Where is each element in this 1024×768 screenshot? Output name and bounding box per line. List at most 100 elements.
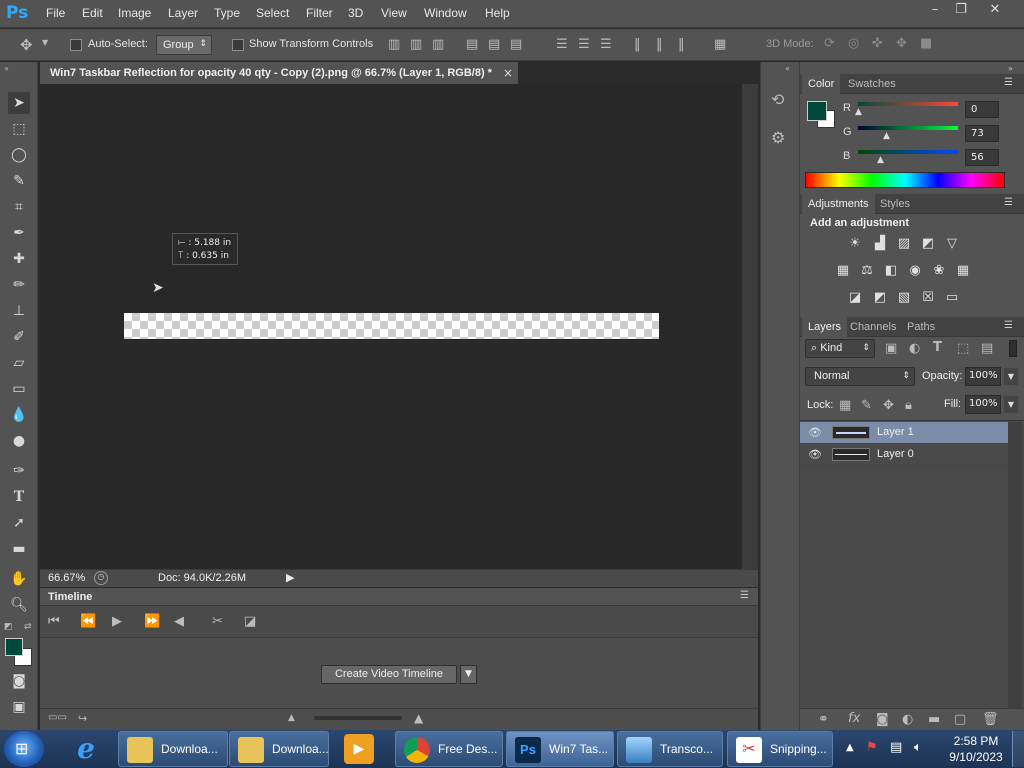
blend-mode-dropdown[interactable]: Normal ⇕ (805, 367, 915, 386)
document-canvas[interactable] (124, 313, 659, 339)
distribute-top-icon[interactable]: ☰ (556, 37, 568, 52)
3d-roll-icon[interactable]: ◎ (848, 36, 859, 51)
gradient-map-icon[interactable]: ▭ (943, 290, 961, 306)
document-tab[interactable]: Win7 Taskbar Reflection for opacity 40 q… (40, 62, 518, 84)
filter-smart-object-icon[interactable]: ▤ (981, 341, 993, 356)
hue-saturation-icon[interactable]: ▦ (834, 263, 852, 279)
expand-panels-icon[interactable]: « (785, 64, 790, 73)
eraser-tool-icon[interactable]: ▱ (8, 352, 30, 374)
history-panel-icon[interactable]: ⟲ (771, 90, 784, 109)
audio-icon[interactable]: ◀ (174, 614, 184, 629)
hand-tool-icon[interactable]: ✋ (8, 568, 30, 590)
move-tool-icon[interactable]: ✥ (20, 36, 33, 54)
tab-paths[interactable]: Paths (907, 321, 935, 333)
foreground-color-swatch[interactable] (5, 638, 23, 656)
fx-icon[interactable]: fx (848, 711, 860, 726)
auto-align-icon[interactable]: ▦ (714, 37, 726, 52)
taskbar-downloads-1[interactable]: Downloa... (118, 731, 228, 767)
visibility-eye-icon[interactable]: 👁︎ (808, 426, 824, 439)
blur-tool-icon[interactable]: 💧 (8, 404, 30, 426)
panel-menu-icon[interactable]: ☰ (1004, 77, 1013, 88)
chevron-down-icon[interactable]: ▼ (1004, 396, 1018, 413)
close-button[interactable]: ✕ (980, 1, 1010, 21)
crop-tool-icon[interactable]: ⌗ (8, 196, 30, 218)
volume-icon[interactable]: 🔈︎ (914, 740, 922, 755)
distribute-right-icon[interactable]: ‖ (678, 37, 685, 52)
adjustment-layer-icon[interactable]: ◐ (902, 712, 913, 727)
align-hcenter-icon[interactable]: ▤ (488, 37, 500, 52)
blue-slider-thumb[interactable]: ▲ (877, 155, 884, 165)
filter-adjustment-icon[interactable]: ◐ (909, 341, 920, 356)
quick-mask-icon[interactable]: ◙ (8, 670, 30, 692)
collapse-right-icon[interactable]: » (1008, 64, 1013, 73)
brush-tool-icon[interactable]: ✏ (8, 274, 30, 296)
media-player-icon[interactable]: ▶ (344, 734, 374, 764)
vibrance-icon[interactable]: ▽ (943, 236, 961, 252)
menu-filter[interactable]: Filter (306, 6, 333, 20)
tool-preset-chevron-icon[interactable]: ▼ (42, 38, 48, 47)
exposure-icon[interactable]: ◩ (919, 236, 937, 252)
black-white-icon[interactable]: ◧ (882, 263, 900, 279)
fill-input[interactable]: 100% (965, 395, 1001, 414)
type-tool-icon[interactable]: T (8, 486, 30, 508)
zoom-tool-icon[interactable]: 🔍︎ (8, 594, 30, 616)
foreground-color-swatch[interactable] (807, 101, 827, 121)
menu-image[interactable]: Image (118, 6, 151, 20)
zoom-out-icon[interactable]: ▲ (288, 713, 295, 723)
show-desktop-button[interactable] (1012, 731, 1024, 767)
align-right-icon[interactable]: ▤ (510, 37, 522, 52)
gradient-tool-icon[interactable]: ▭ (8, 378, 30, 400)
zoom-in-icon[interactable]: ▲ (414, 711, 423, 725)
lasso-tool-icon[interactable]: ◯ (8, 144, 30, 166)
taskbar-snipping-tool[interactable]: ✂ Snipping... (727, 731, 833, 767)
auto-select-checkbox[interactable] (70, 39, 82, 51)
3d-rotate-icon[interactable]: ⟳ (824, 36, 835, 51)
brightness-icon[interactable]: ☀ (846, 236, 864, 252)
color-lookup-icon[interactable]: ▦ (954, 263, 972, 279)
tab-layers[interactable]: Layers (802, 317, 848, 337)
green-slider[interactable] (858, 126, 958, 130)
status-menu-arrow-icon[interactable]: ▶ (286, 571, 294, 584)
tab-color[interactable]: Color (802, 74, 841, 94)
filter-pixel-icon[interactable]: ▣ (885, 341, 897, 356)
distribute-vcenter-icon[interactable]: ☰ (578, 37, 590, 52)
first-frame-icon[interactable]: ⏮ (48, 614, 60, 629)
lock-transparent-icon[interactable]: ▦ (839, 398, 851, 413)
split-icon[interactable]: ✂ (212, 614, 223, 629)
blue-value[interactable]: 56 (965, 149, 999, 166)
align-top-icon[interactable]: ▥ (388, 37, 400, 52)
panel-menu-icon[interactable]: ☰ (740, 590, 749, 601)
properties-panel-icon[interactable]: ⚙ (771, 128, 785, 147)
screen-mode-icon[interactable]: ▣ (8, 696, 30, 718)
new-layer-icon[interactable]: ▢ (954, 712, 966, 727)
align-bottom-icon[interactable]: ▥ (432, 37, 444, 52)
menu-edit[interactable]: Edit (82, 6, 103, 20)
menu-view[interactable]: View (381, 6, 407, 20)
color-balance-icon[interactable]: ⚖ (858, 263, 876, 279)
3d-pan-icon[interactable]: ✜ (872, 36, 883, 51)
show-hidden-icons-icon[interactable]: ▲ (846, 742, 854, 753)
filter-kind-dropdown[interactable]: ⌕ Kind ⇕ (805, 339, 875, 358)
tab-adjustments[interactable]: Adjustments (802, 194, 875, 214)
distribute-hcenter-icon[interactable]: ‖ (656, 37, 663, 52)
status-info-icon[interactable]: ◷ (94, 571, 108, 585)
menu-help[interactable]: Help (485, 6, 510, 20)
move-tool-icon[interactable]: ➤ (8, 92, 30, 114)
menu-file[interactable]: File (46, 6, 65, 20)
transition-icon[interactable]: ◪ (244, 614, 256, 629)
collapse-arrows-icon[interactable]: » (4, 64, 9, 73)
layer-row-layer-0[interactable]: 👁︎ Layer 0 (800, 444, 1008, 466)
timeline-zoom-slider[interactable] (314, 716, 402, 720)
green-value[interactable]: 73 (965, 125, 999, 142)
default-colors-icon[interactable]: ◩ (4, 622, 13, 632)
menu-type[interactable]: Type (214, 6, 240, 20)
play-icon[interactable]: ▶ (112, 614, 122, 629)
next-frame-icon[interactable]: ⏩ (144, 614, 160, 629)
taskbar-chrome[interactable]: Free Des... (395, 731, 503, 767)
link-layers-icon[interactable]: ⚭ (818, 712, 829, 727)
start-button[interactable]: ⊞ (4, 731, 44, 767)
tab-swatches[interactable]: Swatches (848, 78, 896, 90)
layers-scrollbar[interactable] (1008, 422, 1022, 708)
filter-toggle[interactable] (1009, 340, 1017, 357)
convert-icon[interactable]: ↪ (78, 712, 87, 725)
